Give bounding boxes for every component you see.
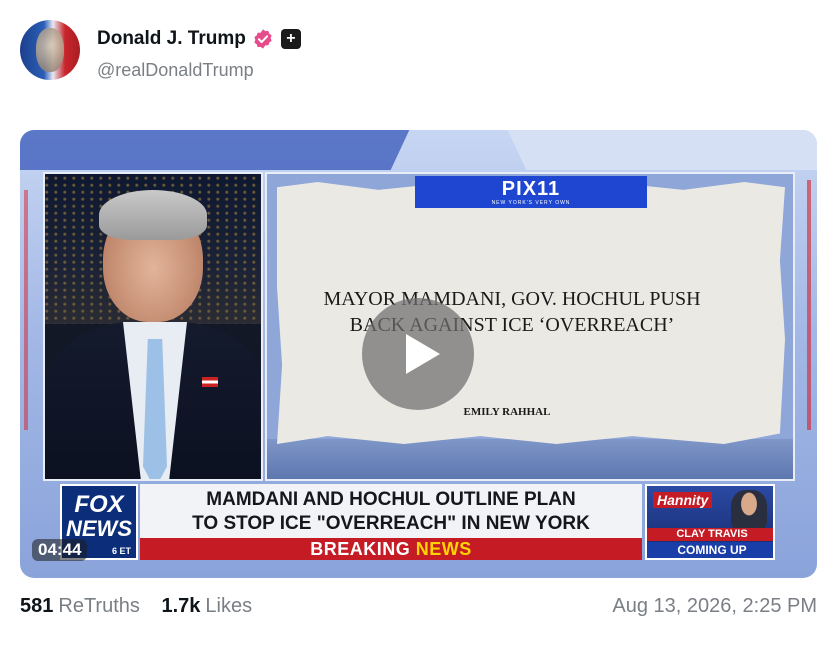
anchor-hair	[99, 190, 207, 240]
network-logo-line: FOX	[74, 491, 124, 518]
article-frame: PIX11 NEW YORK'S VERY OWN MAYOR MAMDANI,…	[265, 172, 795, 481]
video-player[interactable]: PIX11 NEW YORK'S VERY OWN MAYOR MAMDANI,…	[20, 130, 817, 578]
promo-status: COMING UP	[647, 542, 773, 558]
avatar[interactable]	[20, 20, 80, 80]
breaking-news-bar: BREAKING NEWS	[140, 538, 642, 560]
play-button[interactable]	[362, 298, 474, 410]
plus-icon: +	[280, 29, 301, 49]
article-headline-line: BACK AGAINST ICE ‘OVERREACH’	[349, 314, 675, 336]
news-banner-tag: NEW YORK'S VERY OWN	[491, 200, 571, 206]
network-logo-line: NEWS	[66, 516, 132, 541]
chyron-line: MAMDANI AND HOCHUL OUTLINE PLAN	[206, 489, 576, 510]
post-footer: 581 ReTruths 1.7k Likes Aug 13, 2026, 2:25…	[20, 595, 817, 621]
chyron: MAMDANI AND HOCHUL OUTLINE PLAN TO STOP …	[140, 484, 642, 538]
play-icon	[406, 334, 440, 374]
handle[interactable]: @realDonaldTrump	[97, 60, 254, 81]
backdrop-stripe	[20, 130, 410, 170]
article-headline-line: MAYOR MAMDANI, GOV. HOCHUL PUSH	[323, 288, 701, 310]
likes-stat[interactable]: 1.7k Likes	[161, 595, 252, 618]
chyron-line: TO STOP ICE "OVERREACH" IN NEW YORK	[192, 513, 590, 534]
news-banner-logo: PIX11	[501, 178, 561, 200]
retruths-count: 581	[20, 595, 54, 617]
promo-guest-photo	[731, 490, 767, 530]
show-promo: Hannity CLAY TRAVIS COMING UP	[645, 484, 775, 560]
news-banner: PIX11 NEW YORK'S VERY OWN	[415, 176, 647, 208]
name-row: Donald J. Trump +	[97, 26, 301, 52]
lower-third: FOX NEWS 6 ET MAMDANI AND HOCHUL OUTLINE…	[60, 484, 778, 562]
flag-pin-icon	[202, 377, 218, 387]
display-name[interactable]: Donald J. Trump	[97, 28, 246, 50]
anchor-frame	[43, 172, 263, 481]
post-header: Donald J. Trump + @realDonaldTrump	[20, 20, 820, 84]
retruths-label: ReTruths	[58, 595, 140, 617]
promo-guest: CLAY TRAVIS	[647, 528, 773, 541]
video-duration: 04:44	[32, 539, 88, 561]
article-headline: MAYOR MAMDANI, GOV. HOCHUL PUSH BACK AGA…	[267, 286, 793, 338]
avatar-face	[36, 28, 64, 72]
likes-count: 1.7k	[161, 595, 201, 617]
likes-label: Likes	[205, 595, 253, 617]
verified-badge-icon	[254, 29, 272, 49]
backdrop-stripe	[507, 130, 817, 170]
article-byline: EMILY RAHHAL	[463, 406, 551, 418]
breaking-word: BREAKING	[310, 539, 411, 559]
retruths-stat[interactable]: 581 ReTruths	[20, 595, 140, 618]
clock-suffix: 6 ET	[112, 546, 132, 556]
post-timestamp[interactable]: Aug 13, 2026, 2:25 PM	[612, 595, 817, 618]
backdrop-accent	[807, 180, 811, 430]
water-background	[267, 439, 793, 479]
backdrop-accent	[24, 190, 28, 430]
promo-show: Hannity	[653, 492, 713, 508]
news-word: NEWS	[415, 539, 472, 559]
